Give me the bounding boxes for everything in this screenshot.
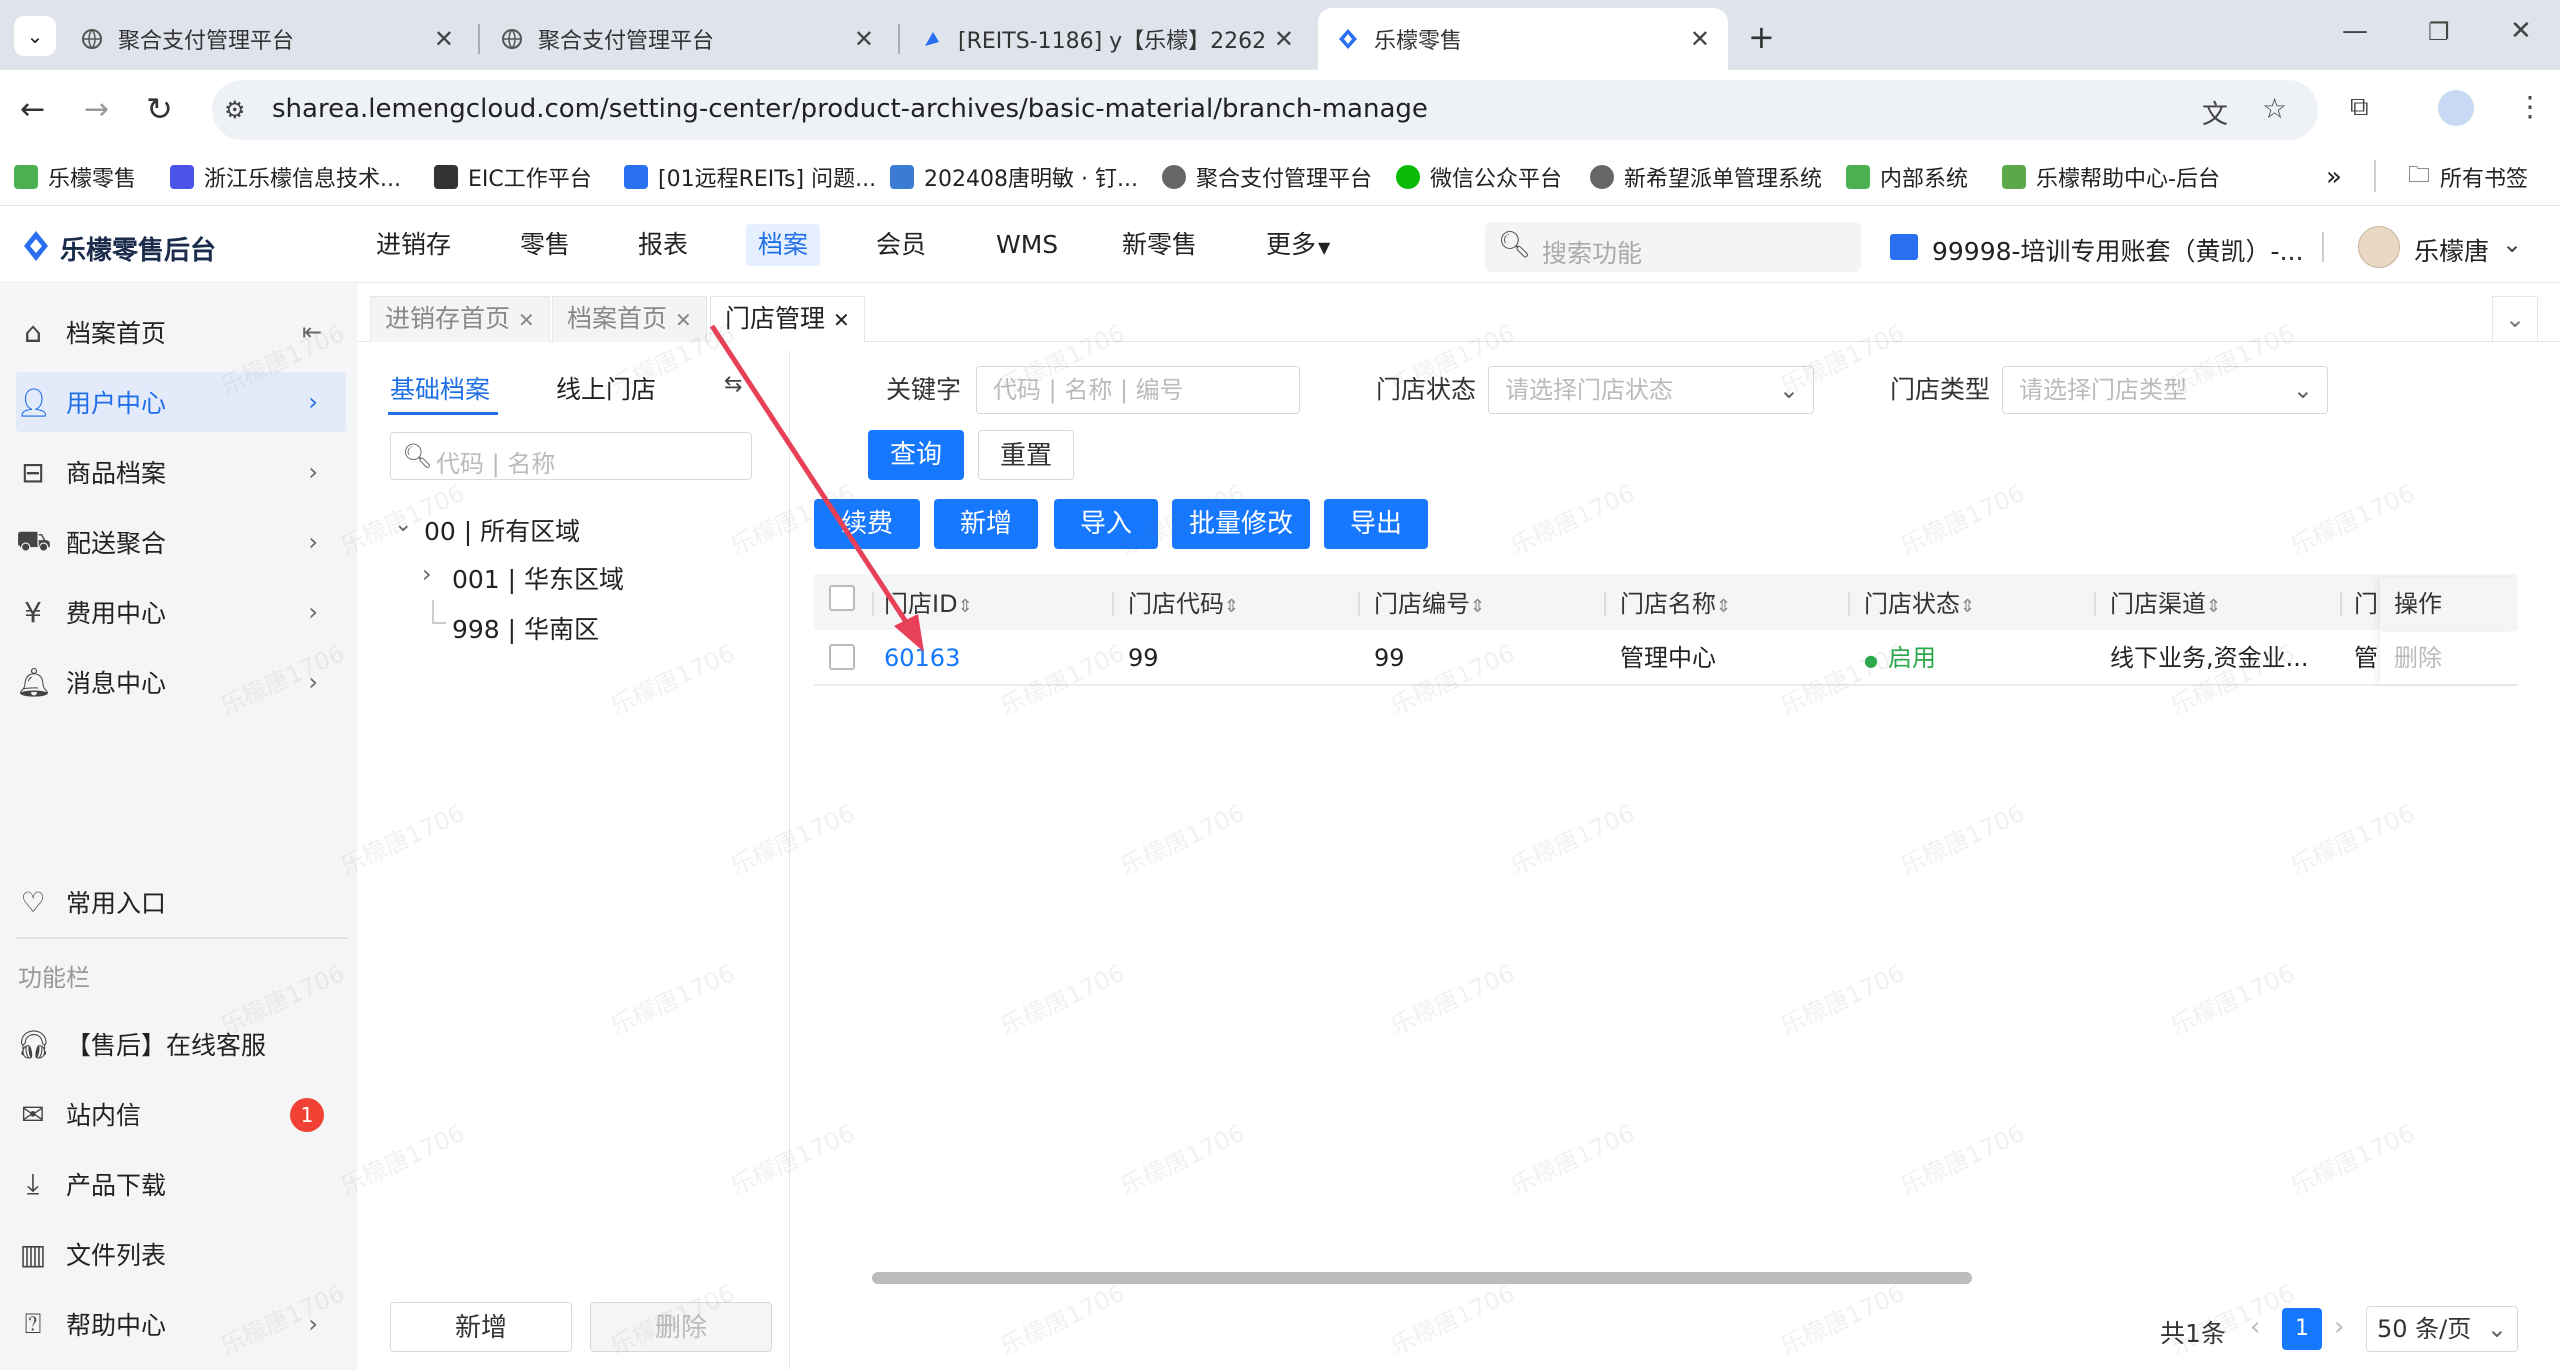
annotation-arrow bbox=[709, 324, 924, 652]
